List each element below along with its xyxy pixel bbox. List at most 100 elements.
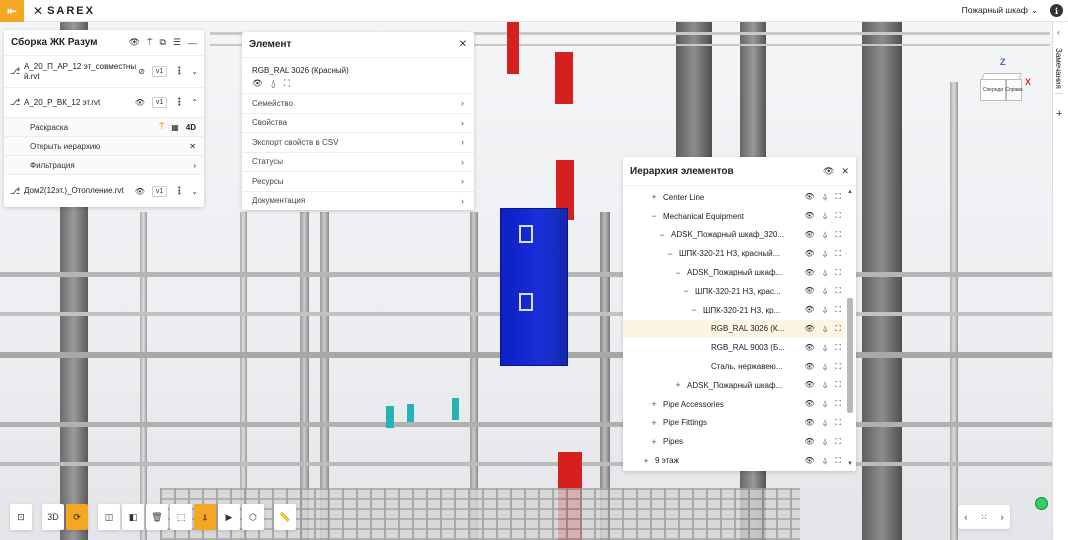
eye-icon[interactable]: 👁 (804, 230, 814, 240)
focus-icon[interactable]: ⛶ (835, 305, 841, 315)
tree-row[interactable]: − ШПК-320-21 НЗ, крас... 👁 ⍙ ⛶ (623, 282, 845, 301)
eye-icon[interactable]: 👁 (135, 98, 145, 107)
chevron-left-icon[interactable]: ‹ (1057, 28, 1060, 37)
measure-button[interactable]: 📏 (274, 504, 296, 530)
tree-scrollbar[interactable]: ▲ ▼ (846, 188, 854, 468)
section-resources[interactable]: Ресурсы › (242, 171, 474, 191)
tree-row[interactable]: − ШПК-320-21 НЗ, кр... 👁 ⍙ ⛶ (623, 301, 845, 320)
version-badge[interactable]: v1 (151, 97, 168, 108)
focus-icon[interactable]: ⛶ (835, 362, 841, 372)
add-model-icon[interactable]: ⧉ (159, 37, 165, 48)
eye-icon[interactable]: 👁 (804, 380, 814, 390)
section-documentation[interactable]: Документация › (242, 190, 474, 211)
eye-off-icon[interactable]: ⊘ (138, 67, 145, 76)
camera-button[interactable]: ▶ (218, 504, 240, 530)
settings-sliders-icon[interactable]: ☰ (173, 37, 181, 48)
tree-row[interactable]: − ADSK_Пожарный шкаф_320... 👁 ⍙ ⛶ (623, 226, 845, 245)
section-family[interactable]: Семейство › (242, 93, 474, 113)
tree-row[interactable]: + ADSK_Пожарный шкаф... 👁 ⍙ ⛶ (623, 376, 845, 395)
focus-icon[interactable]: ⛶ (835, 230, 841, 240)
collapse-icon[interactable]: − (649, 211, 659, 221)
isolate-icon[interactable]: ⍙ (823, 305, 828, 315)
close-icon[interactable]: ✕ (189, 142, 196, 151)
expand-icon[interactable]: + (673, 380, 683, 390)
scroll-up-icon[interactable]: ▲ (846, 188, 854, 196)
focus-icon[interactable]: ⛶ (835, 418, 841, 428)
expand-icon[interactable]: + (649, 192, 659, 202)
focus-icon[interactable]: ⛶ (835, 380, 841, 390)
sub-item-open-hierarchy[interactable]: Открыть иерархию ✕ (4, 137, 204, 156)
scroll-thumb[interactable] (847, 298, 853, 413)
collapse-icon[interactable]: − (673, 268, 683, 278)
close-icon[interactable]: ✕ (459, 39, 467, 50)
tree-row[interactable]: Сталь, нержавею... 👁 ⍙ ⛶ (623, 357, 845, 376)
tree-row[interactable]: + Pipes 👁 ⍙ ⛶ (623, 432, 845, 451)
add-note-button[interactable]: + (1056, 108, 1062, 120)
4d-badge[interactable]: 4D (186, 123, 196, 132)
expand-icon[interactable]: + (649, 418, 659, 428)
focus-icon[interactable]: ⛶ (835, 437, 841, 447)
cube-model-button[interactable]: ⬡ (242, 504, 264, 530)
project-select[interactable]: Пожарный шкаф ⌄ (962, 5, 1038, 16)
isolate-icon[interactable]: ⍙ (823, 418, 828, 428)
version-badge[interactable]: v1 (151, 66, 168, 77)
fire-cabinet[interactable] (500, 208, 568, 366)
eye-icon[interactable]: 👁 (804, 343, 814, 353)
isolate-icon[interactable]: ⍙ (823, 362, 828, 372)
select-area-button[interactable]: ⬚ (170, 504, 192, 530)
eye-icon[interactable]: 👁 (129, 37, 140, 48)
cube-front-face[interactable]: Спереди (980, 79, 1006, 101)
focus-icon[interactable]: ⛶ (835, 211, 841, 221)
slice-button[interactable]: ◧ (122, 504, 144, 530)
eye-icon[interactable]: 👁 (804, 437, 814, 447)
isolate-icon[interactable]: ⍙ (823, 268, 828, 278)
focus-icon[interactable]: ⛶ (835, 268, 841, 278)
tree-row[interactable]: − Mechanical Equipment 👁 ⍙ ⛶ (623, 207, 845, 226)
tree-row[interactable]: + Pipe Accessories 👁 ⍙ ⛶ (623, 395, 845, 414)
focus-icon[interactable]: ⛶ (835, 456, 841, 466)
notes-tab[interactable]: Замечания (1054, 48, 1063, 94)
eye-icon[interactable]: 👁 (135, 187, 145, 196)
eye-icon[interactable]: 👁 (804, 418, 814, 428)
tree-row[interactable]: + Center Line 👁 ⍙ ⛶ (623, 188, 845, 207)
isolate-icon[interactable]: ⍙ (823, 230, 828, 240)
chevron-up-icon[interactable]: ⌃ (191, 98, 198, 107)
eye-icon[interactable]: 👁 (804, 211, 814, 221)
isolate-icon[interactable]: ⍙ (823, 456, 828, 466)
isolate-icon[interactable]: ⍙ (823, 343, 828, 353)
exit-button[interactable]: ⇤ (0, 0, 24, 22)
isolate-icon[interactable]: ⍙ (823, 399, 828, 409)
minimize-icon[interactable]: — (188, 38, 197, 48)
tree-row[interactable]: − ADSK_Пожарный шкаф... 👁 ⍙ ⛶ (623, 263, 845, 282)
grid-dots-icon[interactable]: ⁙ (980, 512, 988, 523)
scroll-down-icon[interactable]: ▼ (846, 460, 854, 468)
focus-icon[interactable]: ⛶ (835, 399, 841, 409)
fit-view-button[interactable]: ⊡ (10, 504, 32, 530)
focus-icon[interactable]: ⛶ (835, 192, 841, 202)
sub-item-filtering[interactable]: Фильтрация › (4, 156, 204, 175)
sub-item-coloring[interactable]: Раскраска ⍑ ▦ 4D (4, 118, 204, 137)
isolate-icon[interactable]: ⍙ (823, 324, 828, 334)
focus-icon[interactable]: ⛶ (284, 78, 290, 89)
collapse-icon[interactable]: − (681, 286, 691, 296)
eye-icon[interactable]: 👁 (804, 456, 814, 466)
eye-icon[interactable]: 👁 (823, 166, 834, 177)
model-row[interactable]: ⎇ Дом2(12эт.)_Отопление.rvt 👁 v1 ⋮ ⌄ (4, 175, 204, 207)
close-icon[interactable]: ✕ (841, 166, 849, 177)
model-row[interactable]: ⎇ А_20_Р_ВК_12 эт.rvt 👁 v1 ⋮ ⌃ (4, 88, 204, 118)
kebab-menu-icon[interactable]: ⋮ (174, 97, 184, 108)
expand-icon[interactable]: + (641, 456, 651, 466)
delete-button[interactable]: 🗑 (146, 504, 168, 530)
eye-icon[interactable]: 👁 (804, 399, 814, 409)
chevron-left-icon[interactable]: ‹ (964, 512, 967, 522)
chevron-right-icon[interactable]: › (193, 161, 196, 170)
kebab-menu-icon[interactable]: ⋮ (174, 186, 184, 197)
version-badge[interactable]: v1 (151, 185, 168, 197)
tree-row[interactable]: + Pipe Fittings 👁 ⍙ ⛶ (623, 414, 845, 433)
eye-icon[interactable]: 👁 (804, 268, 814, 278)
expand-icon[interactable]: + (649, 399, 659, 409)
tree-row[interactable]: +9 этаж 👁 ⍙ ⛶ (623, 451, 845, 468)
isolate-icon[interactable]: ⍙ (271, 78, 276, 89)
tree-row[interactable]: RGB_RAL 3026 (К... 👁 ⍙ ⛶ (623, 319, 845, 339)
focus-icon[interactable]: ⛶ (835, 249, 841, 259)
